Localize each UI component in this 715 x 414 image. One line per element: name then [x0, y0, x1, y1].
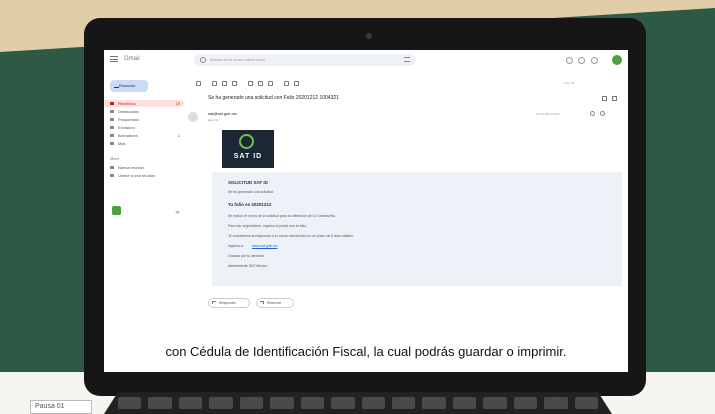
sidebar-item-starred[interactable]: Destacados: [104, 108, 184, 115]
hangouts-icon[interactable]: [112, 206, 121, 215]
sidebar-item-more[interactable]: Más: [104, 140, 184, 147]
add-task-icon[interactable]: [268, 81, 273, 86]
sender-address: sat@sat.gob.mx: [208, 111, 237, 116]
filter-icon[interactable]: [404, 57, 410, 62]
meet-join-meeting[interactable]: Unirse a una reunión: [104, 172, 184, 179]
pagination-count: 1 de 19: [564, 81, 575, 85]
card-line: Se realizó el envío de la solicitud para…: [228, 214, 336, 218]
sidebar-item-label: Borradores: [118, 133, 138, 138]
meet-heading: Meet: [110, 156, 119, 161]
open-new-window-icon[interactable]: [612, 96, 617, 101]
card-line: Ingresa a:: [228, 244, 244, 248]
pencil-icon: [114, 84, 119, 88]
card-line: Gracias por tu atención.: [228, 254, 266, 258]
folio-heading: Tu folio es 20201212: [228, 202, 272, 207]
video-caption: con Cédula de Identificación Fiscal, la …: [165, 344, 567, 359]
card-line: Se ha generado una solicitud: [228, 190, 274, 194]
back-arrow-icon[interactable]: [196, 81, 201, 86]
sidebar-item-label: Destacados: [118, 109, 140, 114]
print-icon[interactable]: [602, 96, 607, 101]
search-icon[interactable]: [200, 57, 206, 63]
sat-id-logo-text: SAT ID: [233, 153, 263, 160]
sat-id-ring-icon: [239, 134, 254, 149]
sidebar-item-label: Pospuestos: [118, 117, 139, 122]
email-body-card: [212, 172, 622, 286]
account-avatar[interactable]: [612, 55, 622, 65]
unread-count: 19: [175, 101, 180, 106]
email-subject: Se ha generado una solicitud con Folio 2…: [208, 95, 339, 101]
gmail-logo[interactable]: Gmail: [124, 56, 140, 62]
sender-avatar: [188, 112, 198, 122]
card-line: Te enviaremos la respuesta a tu correo e…: [228, 234, 354, 238]
clock-icon: [110, 118, 114, 121]
sidebar-item-snoozed[interactable]: Pospuestos: [104, 116, 184, 123]
video-icon: [110, 166, 114, 169]
sidebar-item-inbox[interactable]: Recibidos 19: [104, 100, 184, 107]
email-date: 12 dic 2020 10:04: [536, 112, 560, 116]
sat-link[interactable]: www.sat.gob.mx: [252, 244, 277, 248]
draft-icon: [110, 134, 114, 137]
reply-icon[interactable]: [600, 111, 605, 116]
card-line: Para dar seguimiento, ingresa al portal …: [228, 224, 307, 228]
archive-icon[interactable]: [212, 81, 217, 86]
more-options-icon[interactable]: [304, 81, 309, 86]
chevron-down-icon[interactable]: [175, 209, 180, 214]
camera-icon: [366, 33, 372, 39]
keyboard-keys: [118, 397, 598, 409]
apps-icon[interactable]: [591, 57, 598, 64]
pause-label: Pausa 01: [30, 400, 92, 414]
help-icon[interactable]: [566, 57, 573, 64]
mark-unread-icon[interactable]: [248, 81, 253, 86]
keyboard-icon: [110, 174, 114, 177]
star-icon[interactable]: [590, 111, 595, 116]
search-placeholder: Buscar en el correo electrónico: [210, 57, 266, 62]
inbox-icon: [110, 102, 114, 105]
sidebar-item-label: Más: [118, 141, 126, 146]
draft-count: 1: [177, 133, 180, 138]
sidebar-item-label: Nueva reunión: [118, 165, 145, 170]
sidebar-item-drafts[interactable]: Borradores 1: [104, 132, 184, 139]
reply-icon: [212, 301, 216, 304]
sidebar-item-label: Unirse a una reunión: [118, 173, 156, 178]
sidebar-item-label: Enviados: [118, 125, 135, 130]
laptop-screen: Gmail Buscar en el correo electrónico Re…: [104, 50, 628, 372]
trash-icon[interactable]: [232, 81, 237, 86]
snooze-icon[interactable]: [258, 81, 263, 86]
label-icon[interactable]: [294, 81, 299, 86]
sidebar-item-label: Recibidos: [118, 101, 136, 106]
card-line: Atentamente SAT México: [228, 264, 268, 268]
forward-icon: [260, 301, 264, 304]
send-icon: [110, 126, 114, 129]
sidebar-item-sent[interactable]: Enviados: [104, 124, 184, 131]
settings-icon[interactable]: [578, 57, 585, 64]
more-options-icon[interactable]: [610, 111, 615, 116]
menu-icon[interactable]: [110, 56, 118, 62]
chevron-down-icon: [110, 142, 114, 145]
meet-new-meeting[interactable]: Nueva reunión: [104, 164, 184, 171]
recipient-line[interactable]: para mí: [208, 118, 218, 122]
star-icon: [110, 110, 114, 113]
move-to-icon[interactable]: [284, 81, 289, 86]
report-spam-icon[interactable]: [222, 81, 227, 86]
card-title: SOLICITUD SAT ID: [228, 180, 268, 185]
